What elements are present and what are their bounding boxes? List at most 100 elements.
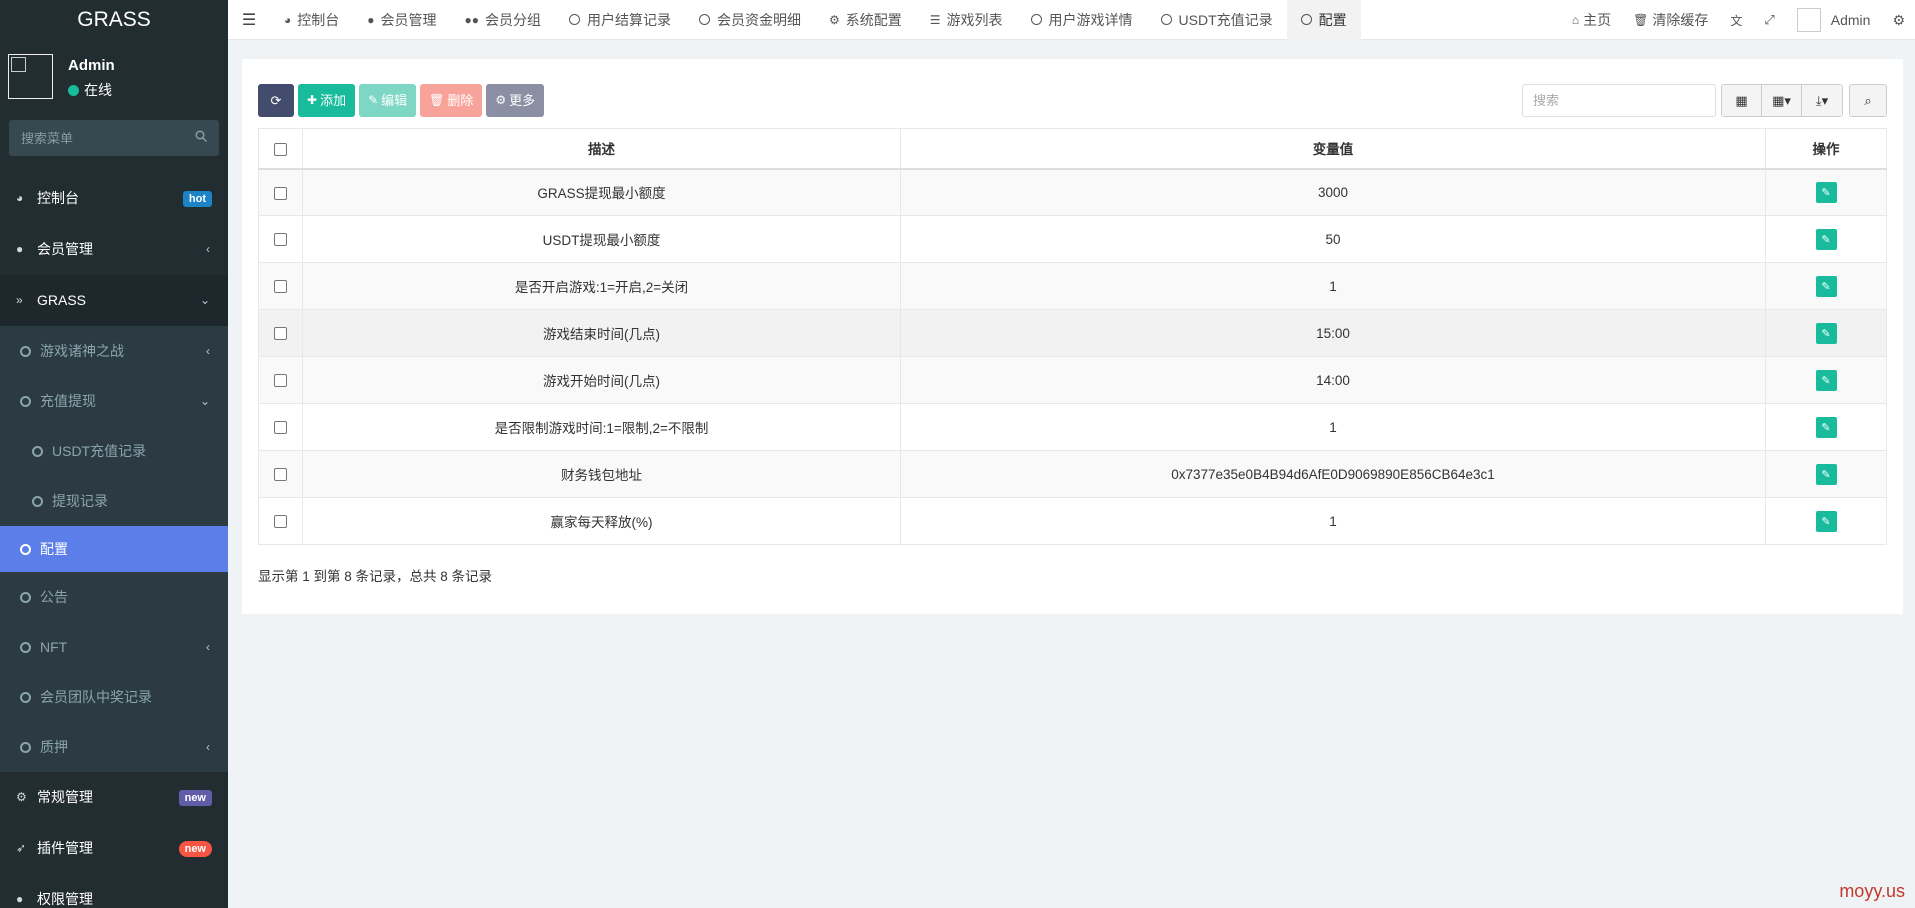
tab-member-groups[interactable]: ●● 会员分组 <box>451 0 556 40</box>
gears-icon: ⚙ <box>16 790 27 804</box>
sidebar: GRASS Admin 在线 ◕控制台hot ●会员管理‹ »GRASS⌄ 游戏… <box>0 0 228 908</box>
header-desc[interactable]: 描述 <box>302 128 901 170</box>
edit-row-icon[interactable]: ✎ <box>1815 181 1837 203</box>
avatar <box>1796 8 1821 32</box>
menu-toggle-icon[interactable]: ☰ <box>228 10 270 30</box>
sidebar-item-config[interactable]: 配置 <box>0 526 228 572</box>
sidebar-item-permissions[interactable]: ● 权限管理 <box>0 874 228 908</box>
menu-search-input[interactable] <box>9 120 219 156</box>
tab-config[interactable]: 配置 <box>1286 0 1361 40</box>
edit-row-icon[interactable]: ✎ <box>1815 322 1837 344</box>
table-row[interactable]: GRASS提现最小额度 3000 ✎ <box>258 168 1887 216</box>
sidebar-item-plugins[interactable]: ➶ 插件管理 new <box>0 823 228 874</box>
export-dropdown-icon[interactable]: ⤓▾ <box>1802 85 1842 116</box>
table-search-input[interactable] <box>1522 84 1716 117</box>
table-row[interactable]: 财务钱包地址 0x7377e35e0B4B94d6AfE0D9069890E85… <box>258 450 1887 498</box>
user-name: Admin <box>68 57 115 74</box>
advanced-search-icon[interactable]: ⌕ <box>1849 84 1887 117</box>
add-button[interactable]: ✚ 添加 <box>298 84 356 117</box>
circle-icon <box>1300 14 1312 25</box>
row-value: 14:00 <box>900 356 1766 404</box>
sidebar-item-team-prize[interactable]: 会员团队中奖记录 <box>0 672 228 722</box>
circle-icon <box>1030 14 1042 25</box>
row-desc: 赢家每天释放(%) <box>302 497 901 545</box>
circle-icon <box>20 641 31 653</box>
row-desc: 是否开启游戏:1=开启,2=关闭 <box>302 262 901 310</box>
fullscreen-icon[interactable]: ⤢ <box>1753 12 1785 28</box>
chevron-down-icon: ⌄ <box>199 293 210 307</box>
tab-user-game-detail[interactable]: 用户游戏详情 <box>1017 0 1147 40</box>
table-row[interactable]: 是否限制游戏时间:1=限制,2=不限制 1 ✎ <box>258 403 1887 451</box>
sidebar-item-recharge-withdraw[interactable]: 充值提现 ⌄ <box>0 376 228 426</box>
tab-settlement[interactable]: 用户结算记录 <box>555 0 685 40</box>
row-checkbox[interactable] <box>274 374 287 388</box>
row-checkbox[interactable] <box>274 327 287 341</box>
sidebar-item-game-gods[interactable]: 游戏诸神之战 ‹ <box>0 326 228 376</box>
tab-fund-detail[interactable]: 会员资金明细 <box>685 0 815 40</box>
edit-row-icon[interactable]: ✎ <box>1815 463 1837 485</box>
row-checkbox[interactable] <box>274 186 287 200</box>
row-value: 3000 <box>900 168 1766 216</box>
tab-dashboard[interactable]: ◕ 控制台 <box>270 0 353 40</box>
trash-icon: 🗑 <box>429 93 445 107</box>
language-icon[interactable]: 文 <box>1719 12 1753 29</box>
select-all-checkbox[interactable] <box>274 142 287 156</box>
sidebar-item-stake[interactable]: 质押 ‹ <box>0 722 228 772</box>
settings-gear-icon[interactable]: ⚙ <box>1881 12 1915 29</box>
edit-row-icon[interactable]: ✎ <box>1815 369 1837 391</box>
topbar-right: ⌂ 主页 🗑 清除缓存 文 ⤢ Admin ⚙ <box>1561 0 1915 40</box>
group-icon: ● <box>16 892 24 906</box>
user-status: 在线 <box>68 80 112 100</box>
sidebar-item-usdt-recharge[interactable]: USDT充值记录 <box>0 426 228 476</box>
header-action: 操作 <box>1765 128 1887 170</box>
brand-logo[interactable]: GRASS <box>0 0 228 40</box>
admin-menu[interactable]: Admin <box>1786 8 1882 32</box>
tab-game-list[interactable]: ☰ 游戏列表 <box>916 0 1017 40</box>
row-checkbox[interactable] <box>274 421 287 435</box>
chevron-left-icon: ‹ <box>206 242 210 256</box>
row-desc: USDT提现最小额度 <box>302 215 901 263</box>
new-badge: new <box>178 841 212 857</box>
tab-members[interactable]: ● 会员管理 <box>353 0 450 40</box>
table-row[interactable]: 赢家每天释放(%) 1 ✎ <box>258 497 1887 545</box>
row-checkbox[interactable] <box>274 468 287 482</box>
edit-row-icon[interactable]: ✎ <box>1815 228 1837 250</box>
edit-button[interactable]: ✎ 编辑 <box>359 84 417 117</box>
table-row[interactable]: 游戏开始时间(几点) 14:00 ✎ <box>258 356 1887 404</box>
table-row[interactable]: 是否开启游戏:1=开启,2=关闭 1 ✎ <box>258 262 1887 310</box>
sidebar-item-dashboard[interactable]: ◕ 控制台 hot <box>0 173 228 224</box>
table-row[interactable]: 游戏结束时间(几点) 15:00 ✎ <box>258 309 1887 357</box>
row-checkbox[interactable] <box>274 280 287 294</box>
search-icon[interactable] <box>195 130 207 142</box>
row-value: 1 <box>900 497 1766 545</box>
tab-usdt-recharge[interactable]: USDT充值记录 <box>1147 0 1287 40</box>
list-icon: ☰ <box>929 12 941 27</box>
sidebar-item-withdraw-records[interactable]: 提现记录 <box>0 476 228 526</box>
sidebar-item-notice[interactable]: 公告 <box>0 572 228 622</box>
columns-dropdown-icon[interactable]: ▦▾ <box>1762 85 1802 116</box>
sidebar-item-nft[interactable]: NFT ‹ <box>0 622 228 672</box>
sidebar-item-grass[interactable]: » GRASS ⌄ <box>0 275 228 326</box>
edit-row-icon[interactable]: ✎ <box>1815 275 1837 297</box>
edit-row-icon[interactable]: ✎ <box>1815 416 1837 438</box>
refresh-button[interactable]: ⟳ <box>258 84 294 117</box>
row-checkbox[interactable] <box>274 515 287 529</box>
row-checkbox[interactable] <box>274 233 287 247</box>
chevron-left-icon: ‹ <box>206 639 210 654</box>
more-button[interactable]: ⚙ 更多 <box>486 84 545 117</box>
tab-system-config[interactable]: ⚙ 系统配置 <box>815 0 916 40</box>
toggle-view-icon[interactable]: ▦ <box>1722 85 1762 116</box>
sidebar-item-general[interactable]: ⚙ 常规管理 new <box>0 772 228 823</box>
delete-button[interactable]: 🗑 删除 <box>420 84 483 117</box>
home-link[interactable]: ⌂ 主页 <box>1561 10 1622 30</box>
chevron-down-icon: ⌄ <box>199 393 210 408</box>
edit-row-icon[interactable]: ✎ <box>1815 510 1837 532</box>
sidebar-item-members[interactable]: ● 会员管理 ‹ <box>0 224 228 275</box>
config-table: 描述 变量值 操作 GRASS提现最小额度 3000 ✎ USDT提现最小额度 … <box>258 128 1887 545</box>
refresh-icon: ⟳ <box>270 93 282 108</box>
header-value[interactable]: 变量值 <box>900 128 1766 170</box>
clear-cache-button[interactable]: 🗑 清除缓存 <box>1622 10 1719 30</box>
dashboard-icon: ◕ <box>284 12 292 27</box>
table-row[interactable]: USDT提现最小额度 50 ✎ <box>258 215 1887 263</box>
circle-icon <box>32 445 43 457</box>
